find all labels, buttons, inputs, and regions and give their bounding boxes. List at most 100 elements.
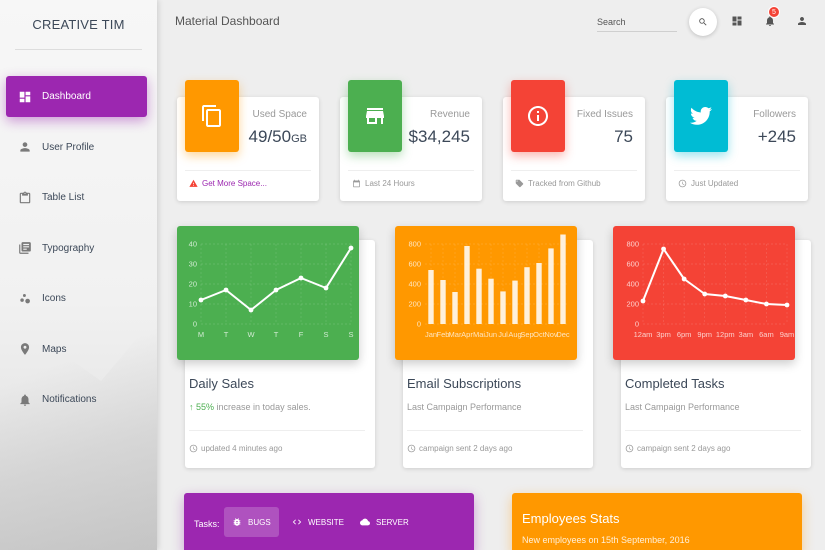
x-tick-label: 3am xyxy=(739,330,754,339)
bar xyxy=(428,270,434,324)
stat-footer: Last 24 Hours xyxy=(352,179,415,188)
y-tick-label: 800 xyxy=(408,240,421,249)
content-copy-icon xyxy=(202,105,221,127)
chart-card-email-subscriptions: 0 200 400 600 800 Jan Feb Mar Apr Mai Jun Jul Aug Sep… xyxy=(395,226,593,468)
person-icon[interactable] xyxy=(795,14,809,28)
x-tick-label: W xyxy=(247,330,255,339)
stat-footer: Tracked from Github xyxy=(515,179,601,188)
x-tick-label: 3pm xyxy=(656,330,671,339)
x-tick-label: Jun xyxy=(485,330,497,339)
sidebar-item-icons[interactable]: Icons xyxy=(6,278,147,319)
stat-tile xyxy=(348,80,402,152)
divider xyxy=(511,170,637,171)
dashboard-icon[interactable] xyxy=(730,14,744,28)
y-tick-label: 200 xyxy=(626,300,639,309)
chart-footer: updated 4 minutes ago xyxy=(189,444,282,453)
store-icon xyxy=(366,108,384,124)
chart-footer: campaign sent 2 days ago xyxy=(625,444,730,453)
chart-footer: campaign sent 2 days ago xyxy=(407,444,512,453)
data-point xyxy=(764,301,769,307)
bug-icon xyxy=(233,518,241,526)
data-point xyxy=(661,246,666,252)
sidebar-item-typography[interactable]: Typography xyxy=(6,228,147,269)
top-navbar: Material Dashboard Search 5 xyxy=(157,0,825,45)
sidebar-item-dashboard[interactable]: Dashboard xyxy=(6,76,147,117)
search-icon xyxy=(699,18,707,26)
data-point xyxy=(702,291,708,297)
x-tick-label: Jan xyxy=(425,330,437,339)
x-tick-label: Jul xyxy=(498,330,508,339)
person-icon xyxy=(18,140,32,154)
divider xyxy=(625,430,801,431)
data-point xyxy=(223,287,229,293)
y-tick-label: 0 xyxy=(635,320,639,329)
sidebar-item-label: User Profile xyxy=(42,141,95,153)
page-title[interactable]: Material Dashboard xyxy=(175,14,280,28)
data-point xyxy=(640,298,646,304)
data-point xyxy=(348,245,354,251)
stat-category: Fixed Issues xyxy=(576,109,633,120)
employees-title: Employees Stats xyxy=(522,511,620,526)
x-tick-label: Mar xyxy=(449,330,462,339)
sidebar-item-label: Maps xyxy=(42,343,67,355)
data-point xyxy=(681,276,687,282)
sidebar-item-maps[interactable]: Maps xyxy=(6,329,147,370)
divider xyxy=(189,430,365,431)
code-icon xyxy=(292,519,302,525)
x-tick-label: Mai xyxy=(473,330,485,339)
data-point xyxy=(273,287,279,293)
chart-title: Daily Sales xyxy=(189,376,255,391)
bar xyxy=(464,246,470,324)
stat-card-followers: Followers +245 Just Updated xyxy=(666,80,808,201)
tab-website[interactable]: WEBSITE xyxy=(284,507,352,537)
y-tick-label: 40 xyxy=(189,240,197,249)
sidebar-item-user-profile[interactable]: User Profile xyxy=(6,127,147,168)
y-tick-label: 800 xyxy=(626,240,639,249)
info-icon xyxy=(528,106,548,126)
chart-title: Completed Tasks xyxy=(625,376,725,391)
y-tick-label: 30 xyxy=(189,260,197,269)
stat-category: Followers xyxy=(753,109,796,120)
brand-logo[interactable]: CREATIVE TIM xyxy=(15,0,142,50)
stat-unit: GB xyxy=(291,133,307,145)
bar-chart: 0200400600800Jan Feb Mar Apr Mai Jun Jul AugSep… xyxy=(408,234,570,339)
sidebar-item-notifications[interactable]: Notifications xyxy=(6,379,147,420)
line-chart: 0 200 400 600 800 12am 3pm 6pm 9pm 12pm 3am 6am 9am xyxy=(626,240,794,340)
search-input[interactable]: Search xyxy=(597,12,677,32)
bar xyxy=(524,267,530,324)
y-tick-label: 0 xyxy=(417,320,421,329)
tab-bugs[interactable]: BUGS xyxy=(224,507,279,537)
x-tick-label: S xyxy=(348,330,353,339)
sidebar-item-label: Icons xyxy=(42,293,66,304)
x-tick-label: Dec xyxy=(556,330,570,339)
y-tick-label: 0 xyxy=(193,320,197,329)
data-point xyxy=(722,293,728,299)
sidebar-item-table-list[interactable]: Table List xyxy=(6,177,147,218)
x-tick-label: F xyxy=(299,330,304,339)
x-tick-label: Feb xyxy=(437,330,450,339)
dashboard-icon xyxy=(18,90,32,104)
x-tick-label: 6am xyxy=(759,330,774,339)
search-button[interactable] xyxy=(689,8,717,36)
clock-icon xyxy=(189,444,198,453)
tab-server[interactable]: SERVER xyxy=(352,507,417,537)
x-tick-label: M xyxy=(198,330,204,339)
stat-footer-link[interactable]: Get More Space... xyxy=(189,179,267,188)
tasks-panel-header: Tasks: BUGS WEBSITE SERVER xyxy=(184,493,474,550)
completed-tasks-chart: 0 200 400 600 800 12am 3pm 6pm 9pm 12pm 3am 6am 9am xyxy=(613,226,795,360)
bar xyxy=(440,280,446,324)
x-tick-label: T xyxy=(274,330,279,339)
stat-value: 75 xyxy=(614,127,633,146)
bubble-chart-icon xyxy=(18,292,32,306)
series-line xyxy=(642,248,788,306)
y-tick-label: 600 xyxy=(408,260,421,269)
y-tick-label: 20 xyxy=(189,280,197,289)
data-point xyxy=(323,285,329,291)
data-point xyxy=(298,275,304,281)
clock-icon xyxy=(625,444,634,453)
stat-footer: Just Updated xyxy=(678,179,738,188)
sidebar-item-label: Notifications xyxy=(42,394,97,405)
twitter-icon xyxy=(690,107,712,125)
y-tick-label: 200 xyxy=(408,300,421,309)
library-books-icon xyxy=(18,241,32,255)
